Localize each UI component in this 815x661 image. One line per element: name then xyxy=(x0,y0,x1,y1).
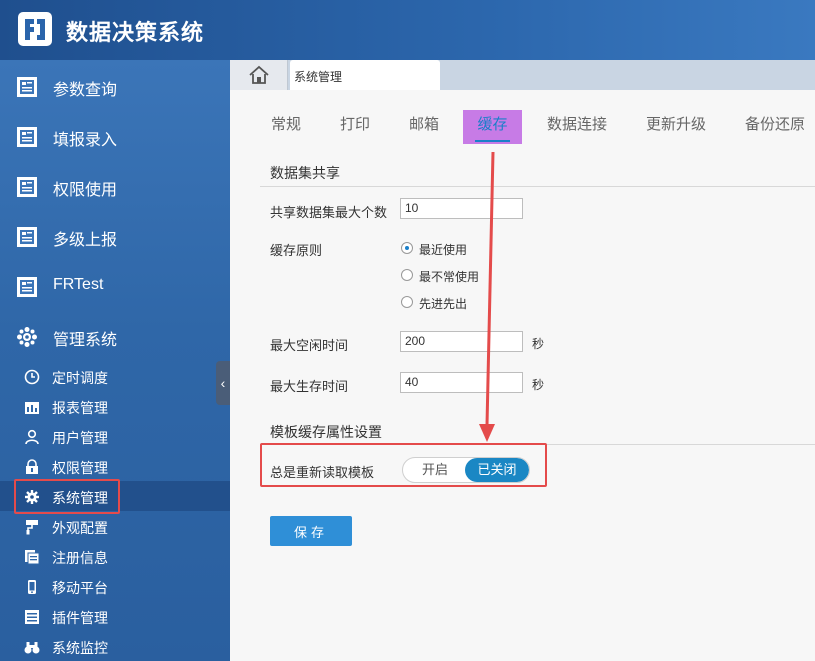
sidebar-subitem-label: 外观配置 xyxy=(52,520,108,536)
sidebar-subitem-label: 报表管理 xyxy=(52,400,108,416)
report-manage-icon xyxy=(25,402,39,414)
app-title: 数据决策系统 xyxy=(66,20,205,45)
home-icon xyxy=(249,65,269,84)
sidebar-subitem-label: 定时调度 xyxy=(52,370,108,386)
gear-cluster-icon xyxy=(17,327,37,347)
save-button[interactable]: 保存 xyxy=(270,516,352,546)
label-max-live: 最大生存时间 xyxy=(270,379,349,394)
sidebar-item-label: FRTest xyxy=(53,276,104,293)
max-live-input[interactable]: 40 xyxy=(400,372,523,393)
report-icon xyxy=(17,177,37,197)
binoculars-icon xyxy=(24,642,40,654)
app-logo xyxy=(18,12,52,46)
label-max-count: 共享数据集最大个数 xyxy=(270,205,388,220)
radio-circle xyxy=(401,296,413,308)
radio-label: 先进先出 xyxy=(419,297,468,311)
clock-icon xyxy=(24,369,40,385)
radio-circle-selected xyxy=(401,242,413,254)
sidebar-subitem-plugin[interactable]: 插件管理 xyxy=(0,601,230,631)
report-icon xyxy=(17,277,37,297)
section-title-template-cache: 模板缓存属性设置 xyxy=(270,424,382,440)
tab-print[interactable]: 打印 xyxy=(340,110,370,144)
mobile-icon xyxy=(28,580,36,594)
report-icon xyxy=(17,77,37,97)
label-max-idle: 最大空闲时间 xyxy=(270,338,349,353)
annotation-highlight-box xyxy=(260,443,547,487)
sidebar-item-label: 权限使用 xyxy=(53,182,118,199)
label-cache-rule: 缓存原则 xyxy=(270,243,323,258)
max-idle-input[interactable]: 200 xyxy=(400,331,523,352)
annotation-highlight-box-sidebar xyxy=(14,479,120,514)
sidebar-subitem-schedule[interactable]: 定时调度 xyxy=(0,361,230,391)
sidebar-subitem-label: 插件管理 xyxy=(52,610,108,626)
radio-label: 最近使用 xyxy=(419,243,468,257)
sidebar-subitem-appearance[interactable]: 外观配置 xyxy=(0,511,230,541)
sidebar-subitem-label: 权限管理 xyxy=(52,460,108,476)
sidebar-collapse-button[interactable]: ‹ xyxy=(216,361,230,405)
sidebar-subitem-register[interactable]: 注册信息 xyxy=(0,541,230,571)
radio-label: 最不常使用 xyxy=(419,270,480,284)
divider xyxy=(260,186,815,187)
tab-home[interactable] xyxy=(230,60,288,90)
sidebar-item-fill-entry[interactable]: 填报录入 xyxy=(0,111,230,161)
sidebar-item-multi-report[interactable]: 多级上报 xyxy=(0,211,230,261)
section-title-dataset-share: 数据集共享 xyxy=(270,165,340,181)
sidebar-item-label: 参数查询 xyxy=(53,82,118,99)
sidebar-subitem-label: 移动平台 xyxy=(52,580,108,596)
main-content: 系统管理 常规 打印 邮箱 缓存 数据连接 更新升级 备份还原 数据集共享 共享… xyxy=(230,60,815,661)
user-icon xyxy=(25,429,39,445)
unit-seconds: 秒 xyxy=(532,378,545,392)
sidebar: 参数查询 填报录入 权限使用 多级上报 FRTest 管理系统 定时调度 报表管… xyxy=(0,60,230,661)
plugin-icon xyxy=(25,610,39,624)
max-count-input[interactable]: 10 xyxy=(400,198,523,219)
report-icon xyxy=(17,127,37,147)
lock-icon xyxy=(26,459,38,474)
sidebar-subitem-report-manage[interactable]: 报表管理 xyxy=(0,391,230,421)
radio-circle xyxy=(401,269,413,281)
tab-system-manage[interactable]: 系统管理 xyxy=(290,60,440,90)
unit-seconds: 秒 xyxy=(532,337,545,351)
settings-tabs: 常规 打印 邮箱 缓存 数据连接 更新升级 备份还原 xyxy=(230,110,815,144)
tab-data-connection[interactable]: 数据连接 xyxy=(547,110,607,144)
sidebar-subitem-label: 注册信息 xyxy=(52,550,108,566)
sidebar-subitem-user-manage[interactable]: 用户管理 xyxy=(0,421,230,451)
register-icon xyxy=(25,550,40,565)
sidebar-subitem-permission-manage[interactable]: 权限管理 xyxy=(0,451,230,481)
tab-backup[interactable]: 备份还原 xyxy=(745,110,805,144)
sidebar-item-label: 管理系统 xyxy=(53,332,118,349)
report-icon xyxy=(17,227,37,247)
sidebar-subitem-monitor[interactable]: 系统监控 xyxy=(0,631,230,661)
tab-bar: 系统管理 xyxy=(230,60,815,90)
sidebar-subitem-mobile[interactable]: 移动平台 xyxy=(0,571,230,601)
app-header: 数据决策系统 xyxy=(0,0,815,60)
tab-general[interactable]: 常规 xyxy=(271,110,301,144)
sidebar-item-label: 填报录入 xyxy=(53,132,118,149)
tab-active-underline xyxy=(475,140,510,142)
sidebar-subitem-label: 系统监控 xyxy=(52,640,108,656)
tab-label: 系统管理 xyxy=(294,70,343,84)
sidebar-subitem-label: 用户管理 xyxy=(52,430,108,446)
tab-update[interactable]: 更新升级 xyxy=(646,110,706,144)
sidebar-item-manage-system[interactable]: 管理系统 xyxy=(0,311,230,361)
sidebar-item-label: 多级上报 xyxy=(53,232,118,249)
paint-roller-icon xyxy=(26,520,38,535)
tab-cache-label: 缓存 xyxy=(477,116,508,133)
sidebar-item-permission-use[interactable]: 权限使用 xyxy=(0,161,230,211)
sidebar-item-frtest[interactable]: FRTest xyxy=(0,261,230,311)
tab-mail[interactable]: 邮箱 xyxy=(409,110,439,144)
tab-cache[interactable]: 缓存 xyxy=(463,110,522,144)
sidebar-item-param-query[interactable]: 参数查询 xyxy=(0,61,230,111)
